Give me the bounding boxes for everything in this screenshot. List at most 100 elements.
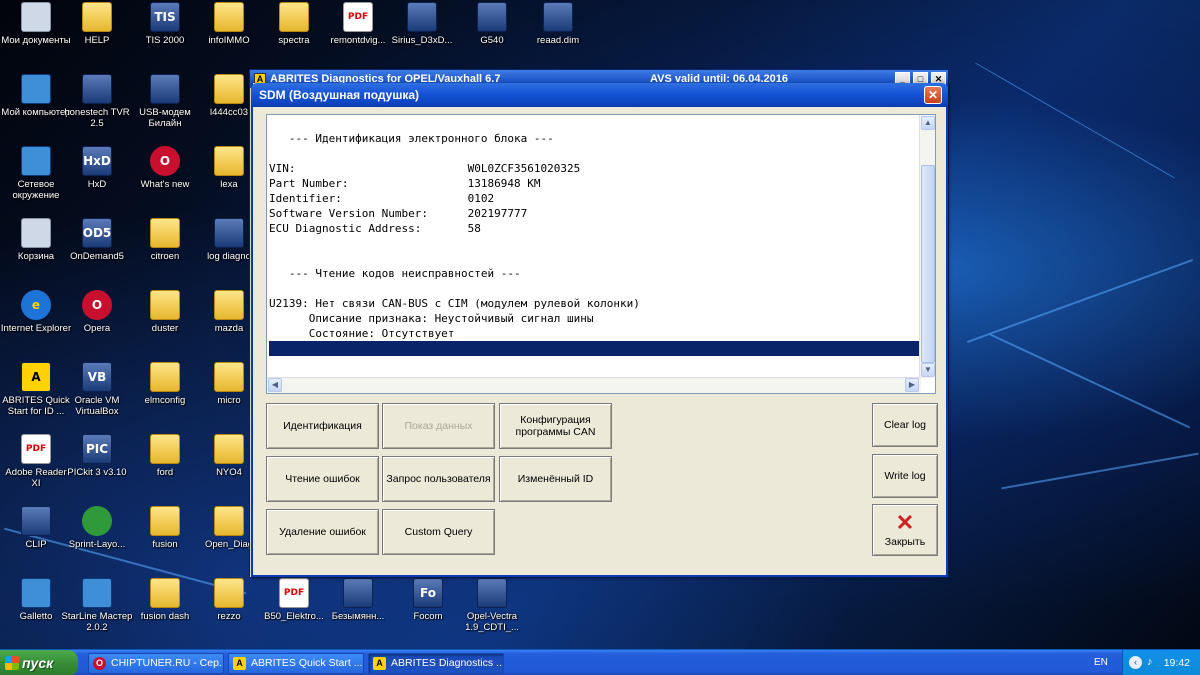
scroll-right-icon[interactable]: ▶ [905,378,919,392]
desktop-icon[interactable]: StarLine Мастер 2.0.2 [61,578,133,633]
start-button[interactable]: пуск [0,650,78,675]
output-log-panel[interactable]: --- Идентификация электронного блока ---… [266,114,936,394]
desktop-icon-label: remontdvig... [330,35,386,46]
desktop-icon-label: honestech TVR 2.5 [64,107,130,129]
sprint-layout-icon [82,506,112,536]
desktop-icon-label: Focom [413,611,443,622]
desktop-icon-label: Sprint-Layo... [68,539,126,550]
desktop-icon[interactable]: G540 [456,2,528,46]
show-data-button[interactable]: Показ данных [382,403,495,449]
desktop-icon[interactable]: fusion [129,506,201,550]
read-errors-button[interactable]: Чтение ошибок [266,456,379,502]
desktop-icon[interactable]: VB Oracle VM VirtualBox [61,362,133,417]
language-indicator[interactable]: EN [1094,650,1108,675]
can-config-button[interactable]: Конфигурация программы CAN [499,403,612,449]
desktop-icon[interactable]: ford [129,434,201,478]
desktop-icon[interactable]: duster [129,290,201,334]
desktop-icon[interactable]: infoIMMO [193,2,265,46]
log-line[interactable]: --- Идентификация электронного блока --- [269,131,921,146]
desktop-icon[interactable]: Sprint-Layo... [61,506,133,550]
scroll-left-icon[interactable]: ◀ [268,378,282,392]
desktop-icon[interactable]: PIC PICkit 3 v3.10 [61,434,133,478]
desktop-icon[interactable]: PDF remontdvig... [322,2,394,46]
volume-icon[interactable]: ♪ [1147,656,1160,669]
desktop-icon[interactable]: O Opera [61,290,133,334]
scroll-up-icon[interactable]: ▲ [921,116,935,130]
desktop-icon[interactable]: Opel-Vectra 1.9_CDTI_... [456,578,528,633]
desktop-icon[interactable]: rezzo [193,578,265,622]
desktop-icon[interactable]: Fo Focom [392,578,464,622]
desktop-icon[interactable]: HxD HxD [61,146,133,190]
log-line[interactable]: Part Number: 13186948 KM [269,176,921,191]
desktop-icon-label: ford [156,467,174,478]
folder-icon [214,2,244,32]
network-icon [21,146,51,176]
sdm-dialog-titlebar[interactable]: SDM (Воздушная подушка) ✕ [251,83,948,107]
changed-id-button[interactable]: Изменённый ID [499,456,612,502]
starline-icon [82,578,112,608]
desktop-icon[interactable]: PDF B50_Elektro... [258,578,330,622]
scroll-down-icon[interactable]: ▼ [921,363,935,377]
log-line[interactable]: U2139: Нет связи CAN-BUS с CIM (модулем … [269,296,921,311]
horizontal-scrollbar[interactable]: ◀ ▶ [267,377,921,393]
tray-arrow-icon[interactable]: ‹ [1129,656,1142,669]
log-line[interactable] [269,251,921,266]
selected-log-line[interactable] [269,341,921,356]
log-line[interactable]: Описание признака: Неустойчивый сигнал ш… [269,311,921,326]
adobe-reader-icon: PDF [21,434,51,464]
clear-errors-button[interactable]: Удаление ошибок [266,509,379,555]
log-line[interactable] [269,146,921,161]
user-request-button[interactable]: Запрос пользователя [382,456,495,502]
sdm-dialog: SDM (Воздушная подушка) ✕ --- Идентифика… [251,83,948,577]
desktop-icon[interactable]: reaad.dim [522,2,594,46]
custom-query-button[interactable]: Custom Query [382,509,495,555]
taskbar-item[interactable]: A ABRITES Quick Start ... [228,653,364,674]
log-line[interactable]: --- Чтение кодов неисправностей --- [269,266,921,281]
desktop-icon-label: Безымянн... [331,611,385,622]
log-line[interactable]: VIN: W0L0ZCF3561020325 [269,161,921,176]
desktop-icon[interactable]: Sirius_D3xD... [386,2,458,46]
desktop-icon[interactable]: fusion dash [129,578,201,622]
desktop-icon[interactable]: OD5 OnDemand5 [61,218,133,262]
desktop-icon-label: Sirius_D3xD... [391,35,453,46]
folder-icon [214,146,244,176]
scrollbar-thumb[interactable] [921,165,935,363]
desktop-icon-label: fusion dash [140,611,190,622]
abrites-icon: A [21,362,51,392]
log-line[interactable] [269,281,921,296]
galletto-icon [21,578,51,608]
desktop-icon[interactable]: elmconfig [129,362,201,406]
close-icon[interactable]: ✕ [924,86,942,104]
log-line[interactable]: Identifier: 0102 [269,191,921,206]
pdf-icon: PDF [279,578,309,608]
desktop-icon[interactable]: citroen [129,218,201,262]
abrites-icon: A [373,657,386,670]
identification-button[interactable]: Идентификация [266,403,379,449]
tis-icon: TIS [150,2,180,32]
close-button[interactable]: ✕ Закрыть [872,504,938,556]
folder-icon [150,578,180,608]
folder-icon [150,290,180,320]
clear-log-button[interactable]: Clear log [872,403,938,447]
desktop-icon[interactable]: USB-модем Билайн [129,74,201,129]
desktop-icon[interactable]: honestech TVR 2.5 [61,74,133,129]
desktop-icon[interactable]: HELP [61,2,133,46]
desktop-icon[interactable]: Безымянн... [322,578,394,622]
log-line[interactable] [269,236,921,251]
od5-icon: OD5 [82,218,112,248]
pickit-icon: PIC [82,434,112,464]
taskbar-item[interactable]: O CHIPTUNER.RU - Сер... [88,653,224,674]
log-line[interactable]: ECU Diagnostic Address: 58 [269,221,921,236]
modem-icon [150,74,180,104]
log-line[interactable]: Состояние: Отсутствует [269,326,921,341]
taskbar-item-active[interactable]: A ABRITES Diagnostics ... [368,653,504,674]
log-line[interactable]: Software Version Number: 202197777 [269,206,921,221]
vertical-scrollbar[interactable]: ▲ ▼ [919,115,935,378]
desktop-icon[interactable]: O What's new [129,146,201,190]
desktop-icon-label: infoIMMO [208,35,250,46]
folder-icon [214,74,244,104]
desktop-icon[interactable]: spectra [258,2,330,46]
write-log-button[interactable]: Write log [872,454,938,498]
folder-icon [150,218,180,248]
desktop-icon[interactable]: TIS TIS 2000 [129,2,201,46]
